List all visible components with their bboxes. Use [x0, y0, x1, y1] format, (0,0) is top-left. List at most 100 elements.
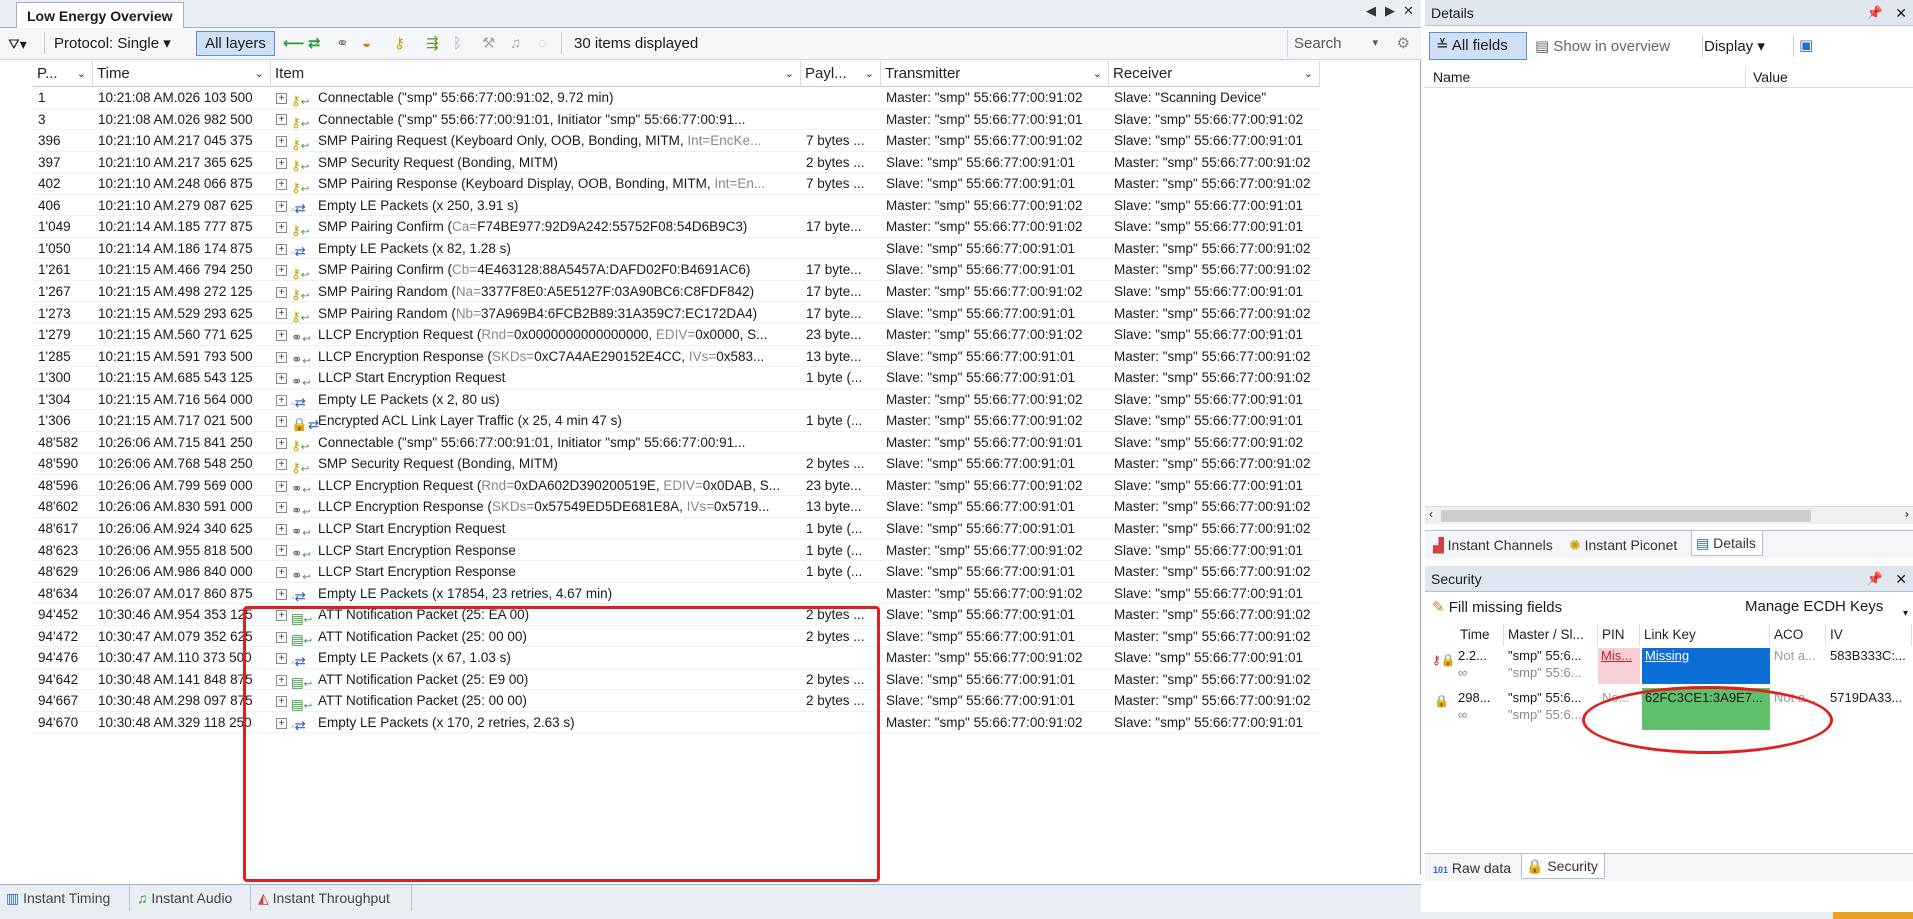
pin-icon[interactable]: 📌 [1867, 0, 1883, 26]
table-row[interactable]: 397 10:21:10 AM.217 365 625 + ⚷↩ SMP Securit… [33, 152, 1320, 174]
close-icon[interactable]: ✕ [1403, 3, 1414, 19]
expand-icon[interactable]: + [276, 480, 287, 492]
expand-icon[interactable]: + [276, 114, 287, 126]
table-row[interactable]: 48'602 10:26:06 AM.830 591 000 + ⚭↩ LLCP Enc… [33, 496, 1320, 518]
tab-instant-piconet[interactable]: ✺ Instant Piconet [1565, 533, 1677, 557]
expand-icon[interactable]: + [276, 243, 287, 255]
close-icon[interactable]: ✕ [1895, 0, 1907, 26]
expand-icon[interactable]: + [276, 545, 287, 557]
scroll-right-icon[interactable]: › [1905, 507, 1909, 521]
chevron-down-icon[interactable]: ⌄ [77, 61, 86, 87]
arrow-left-icon[interactable]: ⟵ [283, 32, 305, 56]
table-row[interactable]: 48'582 10:26:06 AM.715 841 250 + ⚷↩ Connecta… [33, 432, 1320, 454]
expand-icon[interactable]: + [276, 179, 287, 191]
table-row[interactable]: 402 10:21:10 AM.248 066 875 + ⚷↩ SMP Pairing… [33, 173, 1320, 195]
table-row[interactable]: 1'306 10:21:15 AM.717 021 500 + 🔒⇄Encrypted… [33, 410, 1320, 432]
display-dropdown[interactable]: Display ▾ [1704, 37, 1765, 55]
sec-col-master-slave[interactable]: Master / Sl... [1504, 624, 1598, 646]
scroll-left-icon[interactable]: ◀ [1366, 3, 1376, 19]
expand-icon[interactable]: + [276, 394, 287, 406]
tab-instant-channels[interactable]: ▟ Instant Channels [1429, 533, 1553, 557]
tab-instant-throughput[interactable]: ◭ Instant Throughput [252, 885, 412, 911]
close-icon[interactable]: ✕ [1895, 566, 1907, 592]
all-fields-button[interactable]: ≚ All fields [1429, 32, 1527, 60]
expand-icon[interactable]: + [276, 308, 287, 320]
scroll-left-icon[interactable]: ‹ [1429, 507, 1433, 521]
piconet-icon[interactable]: ◒ [362, 32, 371, 56]
col-header-receiver[interactable]: Receiver ⌄ [1109, 61, 1320, 87]
chevron-down-icon[interactable]: ▾ [1903, 608, 1908, 619]
table-row[interactable]: 1'300 10:21:15 AM.685 543 125 + ⚭↩ LLCP Star… [33, 367, 1320, 389]
table-row[interactable]: 1'267 10:21:15 AM.498 272 125 + ⚷↩ SMP Pairi… [33, 281, 1320, 303]
sec-col-time[interactable]: Time [1456, 624, 1504, 646]
expand-icon[interactable]: + [276, 459, 287, 471]
expand-icon[interactable]: + [276, 437, 287, 449]
col-header-time[interactable]: Time ⌄ [93, 61, 271, 87]
table-row[interactable]: 396 10:21:10 AM.217 045 375 + ⚷↩ SMP Pairing… [33, 130, 1320, 152]
expand-icon[interactable]: + [276, 157, 287, 169]
chevron-down-icon[interactable]: ⌄ [865, 61, 874, 87]
expand-icon[interactable]: + [276, 567, 287, 579]
sec-col-aco[interactable]: ACO [1770, 624, 1826, 646]
tab-security[interactable]: 🔒 Security [1521, 854, 1605, 879]
expand-icon[interactable]: + [276, 265, 287, 277]
chevron-down-icon[interactable]: ⌄ [1304, 61, 1313, 87]
expand-icon[interactable]: + [276, 136, 287, 148]
search-options-icon[interactable]: ⚙ [1397, 30, 1410, 57]
table-row[interactable]: 1'273 10:21:15 AM.529 293 625 + ⚷↩ SMP Pairi… [33, 303, 1320, 324]
table-row[interactable]: 1'304 10:21:15 AM.716 564 000 + ▫⇄ Empty LE … [33, 389, 1320, 411]
expand-icon[interactable]: + [276, 351, 287, 363]
expand-icon[interactable]: + [276, 502, 287, 514]
tab-raw-data[interactable]: 101 Raw data [1429, 856, 1511, 880]
export-icon[interactable]: ▣ [1799, 36, 1813, 54]
table-row[interactable]: 48'617 10:26:06 AM.924 340 625 + ⚭↩ LLCP Sta… [33, 518, 1320, 540]
col-header-packet[interactable]: P... ⌄ [33, 61, 93, 87]
expand-icon[interactable]: + [276, 329, 287, 341]
search-dropdown-icon[interactable]: ▾ [1372, 30, 1378, 57]
security-row[interactable]: ⚷🔒 2.2... ∞ "smp" 55:6... "smp" 55:6... … [1432, 648, 1912, 684]
expand-icon[interactable]: + [276, 286, 287, 298]
expand-icon[interactable]: + [276, 200, 287, 212]
manage-ecdh-keys-button[interactable]: Manage ECDH Keys [1745, 598, 1883, 615]
tab-instant-timing[interactable]: ▥ Instant Timing [0, 885, 130, 911]
sec-link-key-missing[interactable]: Missing [1642, 648, 1770, 684]
expand-icon[interactable]: + [276, 588, 287, 600]
table-row[interactable]: 406 10:21:10 AM.279 087 625 + ▫⇄ Empty LE Pa… [33, 195, 1320, 217]
table-row[interactable]: 1'261 10:21:15 AM.466 794 250 + ⚷↩ SMP Pairi… [33, 259, 1320, 281]
fill-missing-fields-button[interactable]: ✎ Fill missing fields [1432, 598, 1562, 616]
expand-icon[interactable]: + [276, 373, 287, 385]
table-row[interactable]: 1'050 10:21:14 AM.186 174 875 + ▫⇄ Empty LE … [33, 238, 1320, 260]
search-input[interactable]: Search ▾ ⚙ [1287, 30, 1414, 57]
table-row[interactable]: 48'634 10:26:07 AM.017 860 875 + ▫⇄ Empty LE… [33, 583, 1320, 605]
col-header-item[interactable]: Item ⌄ [271, 61, 801, 87]
expand-icon[interactable]: + [276, 416, 287, 428]
show-in-overview-button[interactable]: ▤ Show in overview [1535, 37, 1670, 55]
chevron-down-icon[interactable]: ⌄ [1093, 61, 1102, 87]
table-row[interactable]: 1 10:21:08 AM.026 103 500 + ⚷↩ Connectable (… [33, 87, 1320, 109]
tab-instant-audio[interactable]: ♫ Instant Audio [131, 885, 251, 911]
bluetooth-icon[interactable]: ᛒ [453, 32, 462, 56]
scroll-right-icon[interactable]: ▶ [1385, 3, 1395, 19]
chevron-down-icon[interactable]: ⌄ [785, 61, 794, 87]
expand-icon[interactable]: + [276, 92, 287, 104]
sec-col-link-key[interactable]: Link Key [1640, 624, 1770, 646]
sec-col-pin[interactable]: PIN [1598, 624, 1640, 646]
table-row[interactable]: 48'596 10:26:06 AM.799 569 000 + ⚭↩ LLCP Enc… [33, 475, 1320, 497]
sec-col-iv[interactable]: IV [1826, 624, 1912, 646]
pin-icon[interactable]: 📌 [1867, 566, 1883, 592]
key-icon[interactable]: ⚷ [394, 32, 405, 56]
disabled-icon[interactable]: ◌ [538, 32, 547, 56]
tools-icon[interactable]: ⚒ [482, 32, 495, 56]
scrollbar-thumb[interactable] [1441, 510, 1811, 522]
expand-icon[interactable]: + [276, 523, 287, 535]
protocol-dropdown[interactable]: Protocol: Single ▾ [54, 32, 171, 56]
all-layers-button[interactable]: All layers [196, 31, 275, 56]
name-column-header[interactable]: Name [1433, 66, 1470, 88]
filter-icon[interactable]: ⛛▾ [8, 32, 27, 56]
sec-pin-missing[interactable]: Mis... [1598, 648, 1640, 684]
tab-details[interactable]: ▤ Details [1691, 531, 1763, 556]
value-column-header[interactable]: Value [1753, 66, 1788, 88]
table-row[interactable]: 48'590 10:26:06 AM.768 548 250 + ⚷↩ SMP Secu… [33, 453, 1320, 475]
col-header-payload[interactable]: Payl... ⌄ [801, 61, 881, 87]
swap-arrows-icon[interactable]: ⇄ [308, 32, 321, 56]
